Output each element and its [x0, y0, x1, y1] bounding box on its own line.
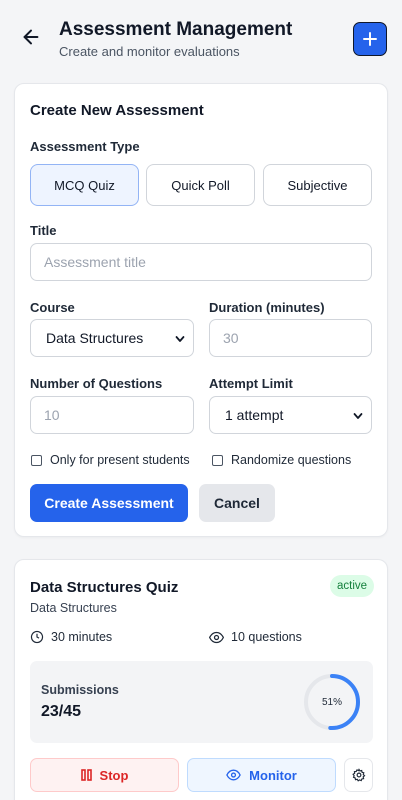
add-assessment-button[interactable] — [353, 22, 387, 56]
duration-placeholder: 30 — [223, 330, 239, 346]
assessment-card: Data Structures Quiz Data Structures act… — [14, 559, 388, 800]
back-button[interactable] — [20, 26, 42, 48]
submissions-label: Submissions — [41, 683, 119, 697]
page-header: Assessment Management Create and monitor… — [0, 0, 402, 72]
stop-button[interactable]: Stop — [30, 758, 179, 792]
randomize-checkbox[interactable] — [212, 455, 223, 466]
questions-placeholder: 10 — [44, 407, 60, 423]
card-title: Create New Assessment — [30, 102, 204, 119]
course-select[interactable]: Data Structures — [30, 319, 194, 357]
duration-label: Duration (minutes) — [209, 300, 325, 315]
clock-icon — [30, 630, 44, 644]
type-quick-poll-button[interactable]: Quick Poll — [146, 164, 255, 206]
present-only-checkbox[interactable] — [31, 455, 42, 466]
cancel-button[interactable]: Cancel — [199, 484, 275, 522]
attempt-limit-label: Attempt Limit — [209, 376, 293, 391]
page-title: Assessment Management — [59, 19, 293, 40]
assessment-title: Data Structures Quiz — [30, 579, 179, 596]
questions-meta: 10 questions — [231, 630, 302, 644]
chevron-down-icon — [175, 336, 185, 342]
assessment-type-label: Assessment Type — [30, 139, 140, 154]
eye-icon — [226, 769, 242, 781]
duration-meta: 30 minutes — [51, 630, 113, 644]
type-subjective-button[interactable]: Subjective — [263, 164, 372, 206]
type-mcq-quiz-button[interactable]: MCQ Quiz — [30, 164, 139, 206]
settings-button[interactable] — [344, 758, 373, 792]
plus-icon — [363, 32, 377, 46]
questions-input[interactable]: 10 — [30, 396, 194, 434]
attempt-limit-select[interactable]: 1 attempt — [209, 396, 372, 434]
arrow-left-icon — [23, 29, 39, 45]
eye-icon — [209, 631, 224, 644]
progress-percent: 51% — [321, 696, 342, 708]
chevron-down-icon — [353, 413, 363, 419]
present-only-label: Only for present students — [50, 453, 190, 467]
page-subtitle: Create and monitor evaluations — [59, 44, 240, 59]
attempt-select-value: 1 attempt — [225, 407, 284, 423]
title-input[interactable]: Assessment title — [30, 243, 372, 281]
create-assessment-button[interactable]: Create Assessment — [30, 484, 188, 522]
submissions-value: 23/45 — [41, 703, 82, 720]
course-select-value: Data Structures — [46, 330, 144, 346]
assessment-course: Data Structures — [30, 601, 117, 615]
create-assessment-card: Create New Assessment Assessment Type MC… — [14, 83, 388, 537]
monitor-button[interactable]: Monitor — [187, 758, 336, 792]
randomize-label: Randomize questions — [231, 453, 352, 467]
course-label: Course — [30, 300, 75, 315]
duration-input[interactable]: 30 — [209, 319, 372, 357]
gear-icon — [351, 768, 365, 782]
monitor-label: Monitor — [249, 767, 297, 783]
title-label: Title — [30, 223, 57, 238]
stop-label: Stop — [99, 767, 129, 783]
submissions-panel: Submissions 23/45 51% — [30, 661, 373, 743]
title-placeholder: Assessment title — [44, 254, 146, 270]
pause-icon — [80, 769, 92, 781]
questions-label: Number of Questions — [30, 376, 163, 391]
status-badge: active — [330, 575, 375, 597]
